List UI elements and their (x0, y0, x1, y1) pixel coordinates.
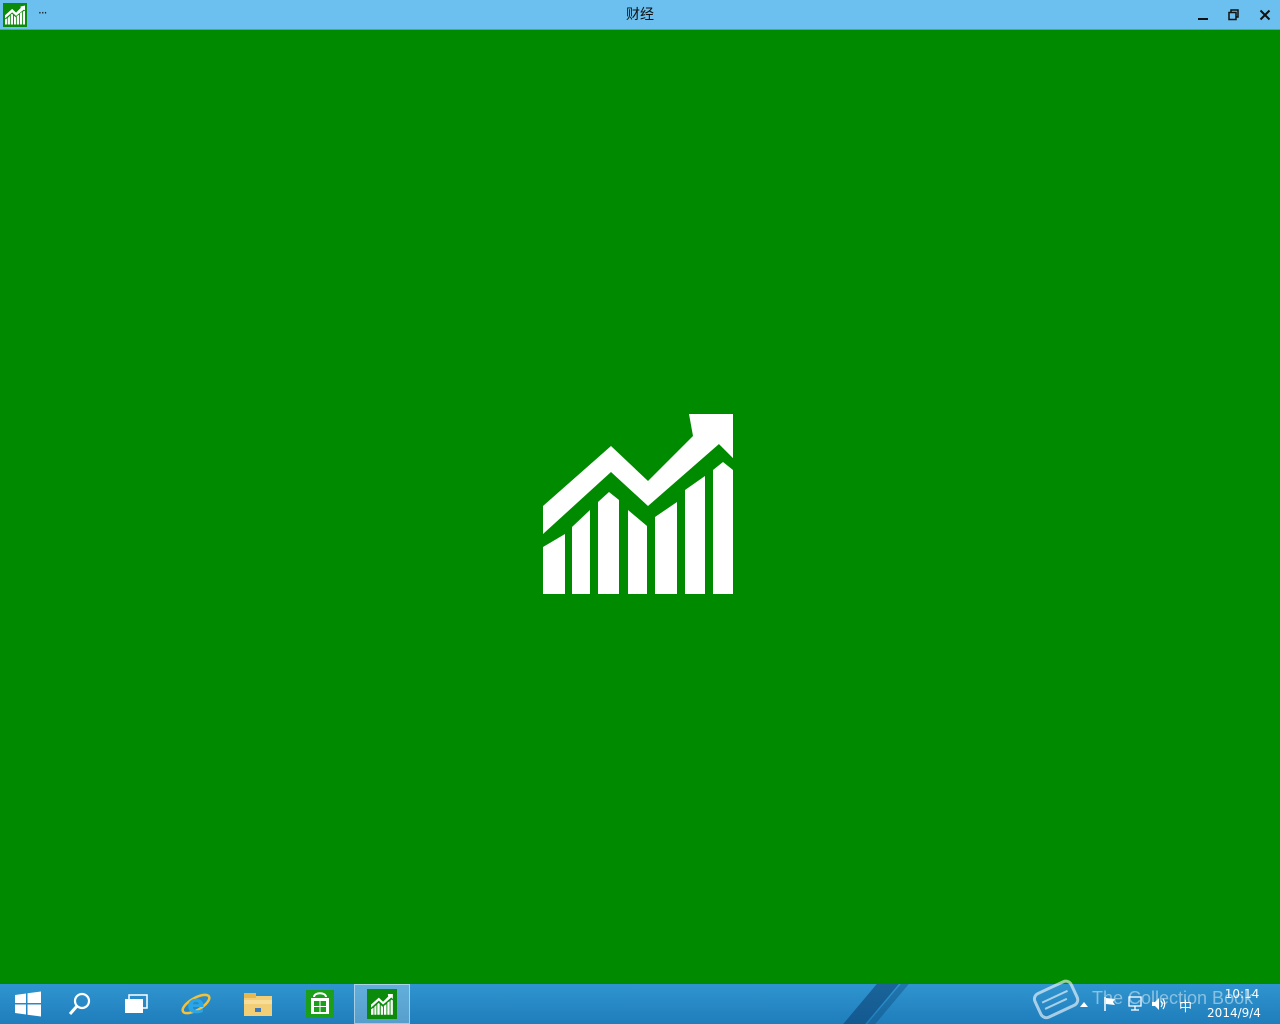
search-button[interactable] (52, 984, 108, 1024)
app-menu-button[interactable]: ··· (38, 3, 48, 23)
clock-time[interactable]: 10:14 (1212, 987, 1272, 1001)
window-title: 财经 (626, 7, 654, 23)
restore-icon (1228, 9, 1239, 21)
window-titlebar[interactable]: ··· 财经 (0, 0, 1280, 30)
task-view-icon (125, 994, 148, 1013)
splash-screen (0, 30, 1280, 984)
finance-chart-icon (543, 414, 733, 594)
book-logo-icon (1032, 979, 1080, 1020)
store-icon (306, 990, 334, 1018)
store-button[interactable] (292, 984, 348, 1024)
file-explorer-button[interactable] (230, 984, 286, 1024)
internet-explorer-button[interactable]: e (168, 984, 224, 1024)
svg-text:e: e (187, 990, 205, 1020)
finance-chart-icon (3, 3, 27, 27)
clock-date[interactable]: 2014/9/4 (1200, 1006, 1268, 1020)
close-icon (1259, 9, 1271, 21)
close-button[interactable] (1250, 0, 1280, 30)
finance-app-button[interactable] (354, 984, 410, 1024)
finance-chart-icon (367, 989, 397, 1019)
start-button[interactable] (0, 984, 56, 1024)
taskbar: e 中 (0, 984, 1280, 1024)
ie-icon: e (181, 990, 211, 1020)
task-view-button[interactable] (108, 984, 164, 1024)
folder-icon (244, 993, 272, 1016)
search-icon (68, 992, 91, 1015)
minimize-button[interactable] (1188, 0, 1218, 30)
windows-logo-icon (15, 991, 41, 1017)
minimize-icon (1198, 18, 1208, 20)
restore-button[interactable] (1219, 0, 1249, 30)
